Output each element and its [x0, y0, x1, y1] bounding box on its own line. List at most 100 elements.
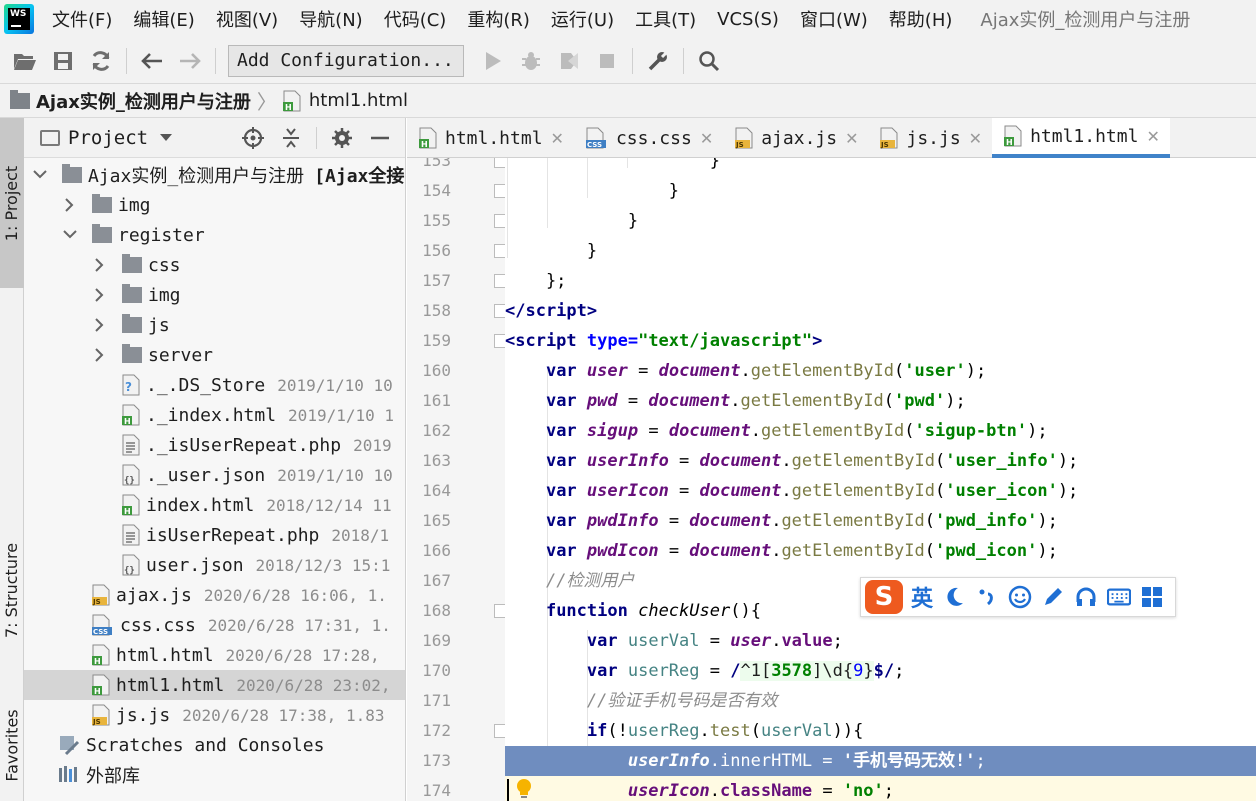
code-line[interactable]: var userIcon = document.getElementById('… [505, 476, 1256, 506]
sync-icon[interactable] [88, 48, 114, 74]
code-line[interactable]: } [505, 236, 1256, 266]
breadcrumb-project[interactable]: Ajax实例_检测用户与注册 [36, 88, 251, 114]
close-icon[interactable]: ✕ [551, 129, 564, 148]
fold-marker-icon[interactable] [494, 214, 505, 228]
fold-marker-icon[interactable] [494, 184, 505, 198]
moon-icon[interactable] [942, 585, 966, 609]
forward-arrow-icon[interactable] [177, 48, 203, 74]
code-line[interactable]: var userVal = user.value; [505, 626, 1256, 656]
breadcrumb-file[interactable]: html1.html [309, 90, 408, 111]
code-line[interactable]: if(!userReg.test(userVal)){ [505, 716, 1256, 746]
menu-window[interactable]: 窗口(W) [800, 6, 868, 32]
tree-file[interactable]: {} ._user.json 2019/1/10 10 [24, 460, 405, 490]
fold-marker-icon[interactable] [494, 304, 505, 318]
favorites-tool-tab[interactable]: Favorites [0, 690, 24, 800]
lightbulb-icon[interactable] [515, 778, 533, 800]
grid-apps-icon[interactable] [1140, 585, 1164, 609]
code-line-current[interactable]: userIcon.className = 'no'; [505, 776, 1256, 801]
menu-file[interactable]: 文件(F) [52, 6, 112, 32]
code-line[interactable]: var pwdIcon = document.getElementById('p… [505, 536, 1256, 566]
sogou-logo-icon[interactable]: S [865, 580, 903, 614]
fold-marker-icon[interactable] [494, 158, 505, 168]
code-line[interactable]: var sigup = document.getElementById('sig… [505, 416, 1256, 446]
code-line[interactable]: var user = document.getElementById('user… [505, 356, 1256, 386]
chevron-right-icon[interactable] [92, 317, 108, 333]
editor-tab[interactable]: Hhtml.html ✕ [407, 118, 574, 158]
gear-icon[interactable] [329, 125, 355, 151]
menu-refactor[interactable]: 重构(R) [467, 6, 530, 32]
chevron-right-icon[interactable] [92, 347, 108, 363]
chevron-right-icon[interactable] [92, 287, 108, 303]
code-line[interactable]: //验证手机号码是否有效 [505, 686, 1256, 716]
code-line[interactable]: var pwd = document.getElementById('pwd')… [505, 386, 1256, 416]
code-line[interactable]: var userInfo = document.getElementById('… [505, 446, 1256, 476]
project-tool-tab[interactable]: 1: Project [0, 118, 24, 288]
open-folder-icon[interactable] [12, 48, 38, 74]
tree-file[interactable]: H ._index.html 2019/1/10 1 [24, 400, 405, 430]
tree-folder[interactable]: register [24, 220, 405, 250]
collapse-all-icon[interactable] [278, 125, 304, 151]
code-line[interactable]: }; [505, 266, 1256, 296]
coverage-icon[interactable] [556, 48, 582, 74]
stop-icon[interactable] [594, 48, 620, 74]
run-icon[interactable] [480, 48, 506, 74]
chevron-down-icon[interactable] [160, 134, 173, 141]
pen-icon[interactable] [1041, 585, 1065, 609]
tree-file[interactable]: CSS css.css 2020/6/28 17:31, 1. [24, 610, 405, 640]
editor-tab[interactable]: JS js.js ✕ [868, 118, 992, 158]
menu-navigate[interactable]: 导航(N) [299, 6, 363, 32]
fold-marker-icon[interactable] [494, 334, 505, 348]
code-line[interactable]: var userReg = /^1[3578]\d{9}$/; [505, 656, 1256, 686]
tree-file[interactable]: Hindex.html 2018/12/14 11 [24, 490, 405, 520]
tree-file[interactable]: Scratches and Consoles [24, 730, 405, 760]
tree-folder[interactable]: img [24, 280, 405, 310]
back-arrow-icon[interactable] [139, 48, 165, 74]
tree-file[interactable]: 外部库 [24, 760, 405, 790]
headset-icon[interactable] [1074, 585, 1098, 609]
debug-icon[interactable] [518, 48, 544, 74]
chevron-right-icon[interactable] [92, 257, 108, 273]
editor-tab[interactable]: JS ajax.js ✕ [723, 118, 868, 158]
editor-tab[interactable]: CSS css.css ✕ [574, 118, 723, 158]
save-icon[interactable] [50, 48, 76, 74]
fold-marker-icon[interactable] [494, 274, 505, 288]
tree-file[interactable]: JS js.js 2020/6/28 17:38, 1.83 [24, 700, 405, 730]
menu-vcs[interactable]: VCS(S) [717, 9, 779, 30]
chevron-down-icon[interactable] [62, 227, 78, 243]
tree-folder[interactable]: img [24, 190, 405, 220]
code-line[interactable]: var pwdInfo = document.getElementById('p… [505, 506, 1256, 536]
tree-file[interactable]: {} user.json 2018/12/3 15:1 [24, 550, 405, 580]
close-icon[interactable]: ✕ [1146, 127, 1159, 146]
menu-help[interactable]: 帮助(H) [889, 6, 953, 32]
code-line[interactable]: } [505, 158, 1256, 176]
structure-tool-tab[interactable]: 7: Structure [0, 510, 24, 670]
code-line[interactable]: } [505, 176, 1256, 206]
menu-tools[interactable]: 工具(T) [635, 6, 696, 32]
close-icon[interactable]: ✕ [845, 129, 858, 148]
menu-edit[interactable]: 编辑(E) [133, 6, 194, 32]
close-icon[interactable]: ✕ [700, 129, 713, 148]
tree-file[interactable]: ? ._.DS_Store 2019/1/10 10 [24, 370, 405, 400]
fold-marker-icon[interactable] [494, 244, 505, 258]
minimize-icon[interactable] [367, 125, 393, 151]
menu-code[interactable]: 代码(C) [384, 6, 447, 32]
close-icon[interactable]: ✕ [969, 129, 982, 148]
code-line-selected[interactable]: userInfo.innerHTML = '手机号码无效!'; [505, 746, 1256, 776]
menu-view[interactable]: 视图(V) [216, 6, 278, 32]
tree-folder[interactable]: Ajax实例_检测用户与注册 [Ajax全接 [24, 160, 405, 190]
smiley-icon[interactable] [1008, 585, 1032, 609]
code-line[interactable]: </script> [505, 296, 1256, 326]
menu-run[interactable]: 运行(U) [551, 6, 614, 32]
keyboard-icon[interactable] [1107, 585, 1132, 609]
search-icon[interactable] [696, 48, 722, 74]
locate-icon[interactable] [240, 125, 266, 151]
tree-file[interactable]: Hhtml1.html 2020/6/28 23:02, [24, 670, 405, 700]
wrench-icon[interactable] [645, 48, 671, 74]
fold-marker-icon[interactable] [494, 604, 505, 618]
tree-file[interactable]: isUserRepeat.php 2018/1 [24, 520, 405, 550]
tree-folder[interactable]: server [24, 340, 405, 370]
editor-tab[interactable]: Hhtml1.html ✕ [992, 118, 1170, 158]
tree-file[interactable]: JS ajax.js 2020/6/28 16:06, 1. [24, 580, 405, 610]
ime-mode-toggle[interactable]: 英 [911, 581, 933, 613]
code-line[interactable]: } [505, 206, 1256, 236]
